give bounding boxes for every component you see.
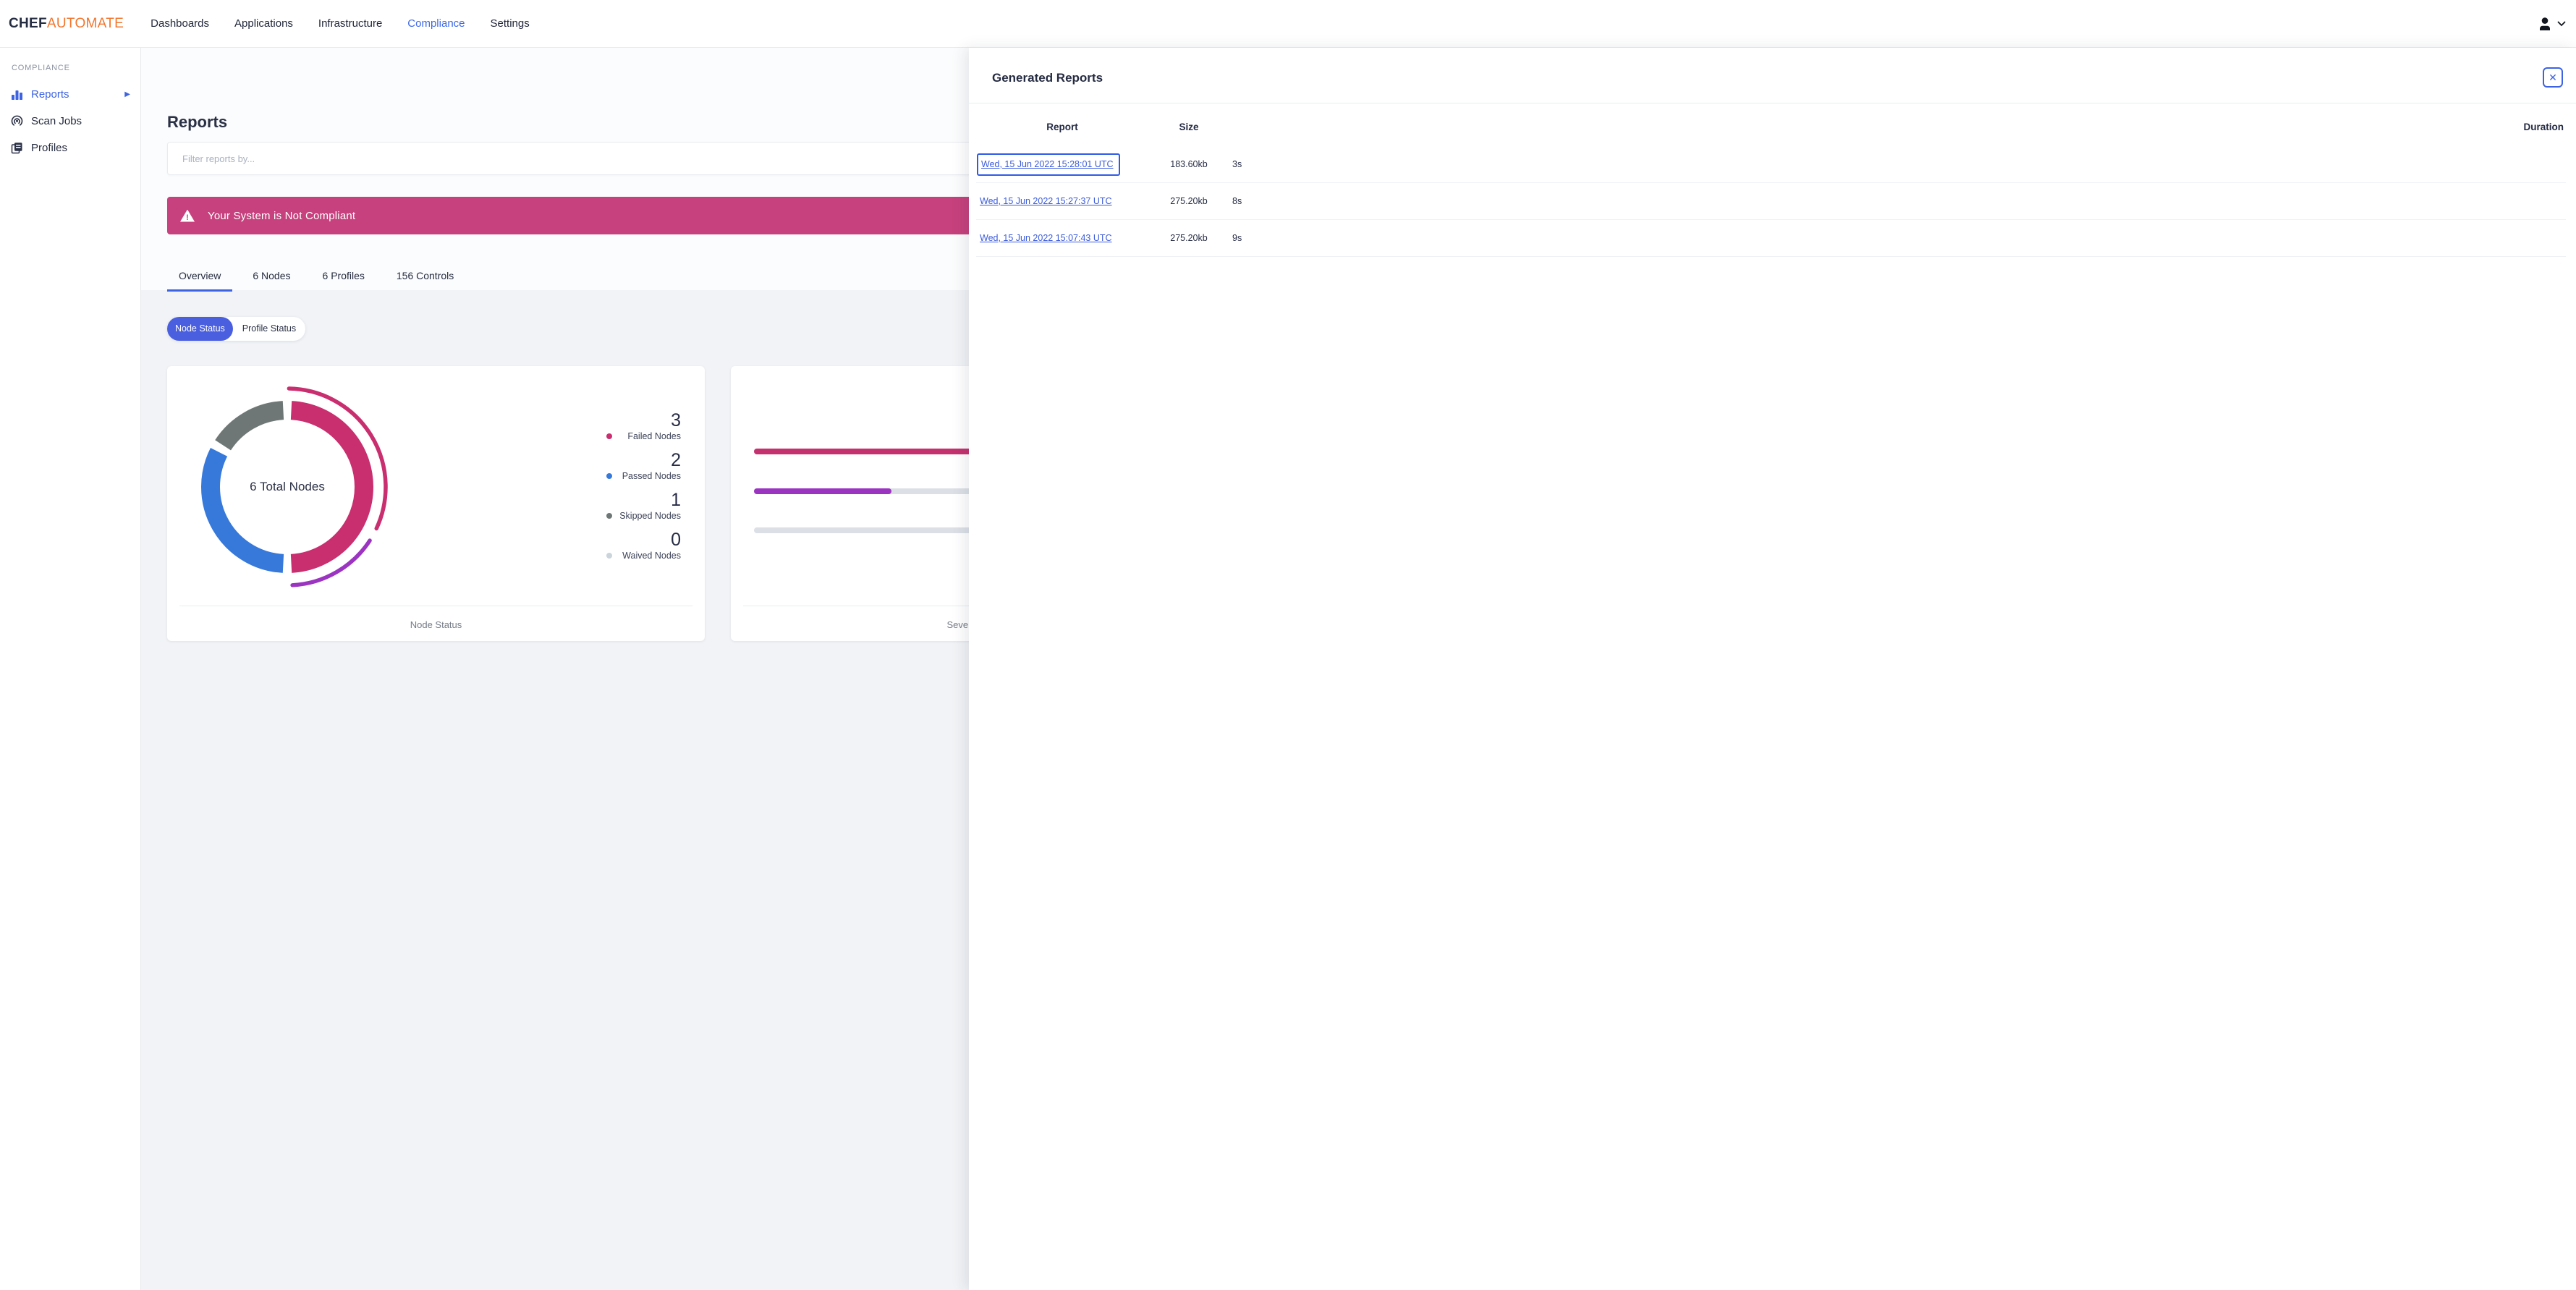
compliance-sidebar: COMPLIANCE Reports ▶ Scan Jobs Profiles xyxy=(0,48,141,1290)
person-icon xyxy=(2536,15,2554,33)
status-toggle: Node Status Profile Status xyxy=(167,317,306,341)
waived-count: 0 xyxy=(671,530,681,550)
main-nav: Dashboards Applications Infrastructure C… xyxy=(151,17,530,30)
report-duration: 3s xyxy=(1232,159,1242,169)
triangle-right-icon[interactable]: ▶ xyxy=(124,90,130,98)
table-row: Wed, 15 Jun 2022 15:28:01 UTC 183.60kb 3… xyxy=(976,146,2566,183)
radar-icon xyxy=(11,115,23,127)
sidebar-item-label: Reports xyxy=(31,88,69,101)
legend-item-failed: 3 Failed Nodes xyxy=(593,411,681,442)
legend-label: Failed Nodes xyxy=(627,431,681,441)
tab-nodes[interactable]: 6 Nodes xyxy=(241,264,302,292)
node-status-donut-chart: 6 Total Nodes xyxy=(182,382,392,592)
table-row: Wed, 15 Jun 2022 15:27:37 UTC 275.20kb 8… xyxy=(976,183,2566,220)
legend-item-passed: 2 Passed Nodes xyxy=(593,451,681,482)
report-size: 183.60kb xyxy=(1170,159,1208,169)
page-title: Reports xyxy=(167,113,228,131)
toggle-node-status[interactable]: Node Status xyxy=(167,317,233,341)
legend-item-skipped: 1 Skipped Nodes xyxy=(593,491,681,522)
panel-title: Generated Reports xyxy=(992,71,1103,85)
column-header-report: Report xyxy=(1046,122,1078,132)
legend-label: Passed Nodes xyxy=(622,471,681,481)
report-duration: 9s xyxy=(1232,233,1242,243)
sidebar-item-scan-jobs[interactable]: Scan Jobs xyxy=(0,108,140,135)
nav-applications[interactable]: Applications xyxy=(234,17,293,30)
column-header-size: Size xyxy=(1179,122,1199,132)
non-compliant-alert-banner: Your System is Not Compliant xyxy=(167,197,1035,234)
logo-chef: CHEF xyxy=(9,15,47,31)
donut-center-label: 6 Total Nodes xyxy=(250,480,325,493)
report-tabs: Overview 6 Nodes 6 Profiles 156 Controls xyxy=(167,264,465,292)
legend-label: Waived Nodes xyxy=(622,551,681,561)
filter-reports-input[interactable] xyxy=(167,142,1035,175)
sidebar-item-label: Scan Jobs xyxy=(31,115,82,127)
warning-triangle-icon xyxy=(180,209,195,222)
report-size: 275.20kb xyxy=(1170,196,1208,206)
legend-item-waived: 0 Waived Nodes xyxy=(593,530,681,561)
tab-controls[interactable]: 156 Controls xyxy=(385,264,465,292)
nav-infrastructure[interactable]: Infrastructure xyxy=(318,17,382,30)
report-link[interactable]: Wed, 15 Jun 2022 15:07:43 UTC xyxy=(980,233,1112,243)
focused-report-link-box: Wed, 15 Jun 2022 15:28:01 UTC xyxy=(977,153,1120,176)
generated-reports-panel: Generated Reports ✕ Report Size Duration… xyxy=(969,48,2576,1290)
chef-automate-logo[interactable]: CHEFAUTOMATE xyxy=(9,16,124,32)
report-link[interactable]: Wed, 15 Jun 2022 15:28:01 UTC xyxy=(981,159,1114,169)
sidebar-section-label: COMPLIANCE xyxy=(12,64,70,72)
top-header: CHEFAUTOMATE Dashboards Applications Inf… xyxy=(0,0,2576,48)
sidebar-item-label: Profiles xyxy=(31,142,68,154)
tab-profiles[interactable]: 6 Profiles xyxy=(311,264,376,292)
waived-dot-icon xyxy=(606,553,612,559)
report-duration: 8s xyxy=(1232,196,1242,206)
legend-label: Skipped Nodes xyxy=(619,511,681,521)
toggle-profile-status[interactable]: Profile Status xyxy=(233,317,305,341)
passed-dot-icon xyxy=(606,473,612,479)
nav-dashboards[interactable]: Dashboards xyxy=(151,17,209,30)
table-row: Wed, 15 Jun 2022 15:07:43 UTC 275.20kb 9… xyxy=(976,220,2566,257)
reports-table: Wed, 15 Jun 2022 15:28:01 UTC 183.60kb 3… xyxy=(976,146,2566,257)
chevron-down-icon xyxy=(2557,21,2566,27)
documents-icon xyxy=(11,142,23,154)
report-link[interactable]: Wed, 15 Jun 2022 15:27:37 UTC xyxy=(980,196,1112,206)
nav-settings[interactable]: Settings xyxy=(491,17,530,30)
node-status-caption: Node Status xyxy=(410,619,462,630)
tab-overview[interactable]: Overview xyxy=(167,264,233,292)
logo-automate: AUTOMATE xyxy=(46,15,124,31)
node-status-legend: 3 Failed Nodes 2 Passed Nodes 1 Skipped … xyxy=(593,411,681,570)
passed-count: 2 xyxy=(671,450,681,470)
alert-text: Your System is Not Compliant xyxy=(208,209,356,222)
user-menu[interactable] xyxy=(2536,0,2566,48)
reports-table-header: Report Size Duration xyxy=(976,122,2566,132)
bar-chart-icon xyxy=(11,88,23,101)
node-status-card: 6 Total Nodes 3 Failed Nodes 2 Passed No… xyxy=(167,366,705,641)
sidebar-item-profiles[interactable]: Profiles xyxy=(0,135,140,161)
skipped-dot-icon xyxy=(606,513,612,519)
report-size: 275.20kb xyxy=(1170,233,1208,243)
failed-dot-icon xyxy=(606,433,612,439)
skipped-count: 1 xyxy=(671,490,681,510)
sidebar-item-reports[interactable]: Reports ▶ xyxy=(0,81,140,108)
nav-compliance[interactable]: Compliance xyxy=(407,17,465,30)
column-header-duration: Duration xyxy=(2523,122,2564,132)
close-icon[interactable]: ✕ xyxy=(2543,67,2563,88)
failed-count: 3 xyxy=(671,410,681,430)
